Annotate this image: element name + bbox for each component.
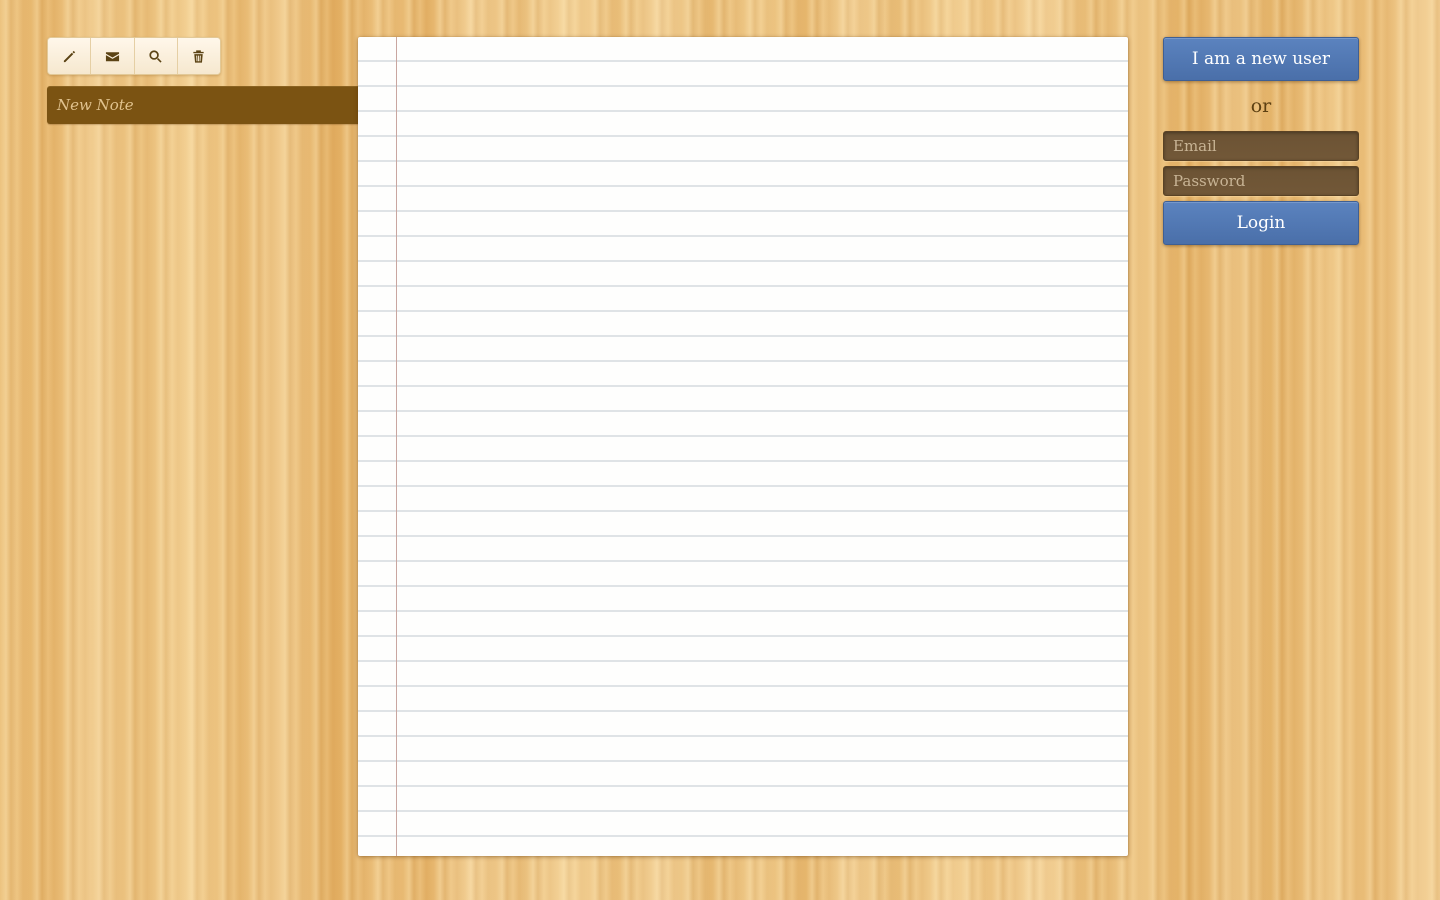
auth-panel: I am a new user or Login bbox=[1163, 37, 1359, 245]
new-note-button[interactable] bbox=[48, 38, 92, 74]
paper-margin-line bbox=[396, 37, 397, 856]
delete-note-button[interactable] bbox=[177, 38, 220, 74]
note-paper bbox=[358, 37, 1128, 856]
note-editor[interactable] bbox=[403, 37, 1128, 856]
new-user-button[interactable]: I am a new user bbox=[1163, 37, 1359, 81]
search-notes-button[interactable] bbox=[134, 38, 178, 74]
note-list-item[interactable]: New Note bbox=[47, 86, 359, 124]
password-field[interactable] bbox=[1163, 166, 1359, 196]
or-separator: or bbox=[1250, 95, 1272, 117]
search-icon bbox=[149, 49, 162, 63]
notes-toolbar bbox=[47, 37, 221, 75]
envelope-icon bbox=[105, 51, 119, 61]
notes-list: New Note bbox=[47, 86, 359, 124]
trash-icon bbox=[193, 49, 205, 63]
pencil-icon bbox=[63, 50, 75, 62]
login-button[interactable]: Login bbox=[1163, 201, 1359, 245]
email-note-button[interactable] bbox=[91, 38, 135, 74]
email-field[interactable] bbox=[1163, 131, 1359, 161]
